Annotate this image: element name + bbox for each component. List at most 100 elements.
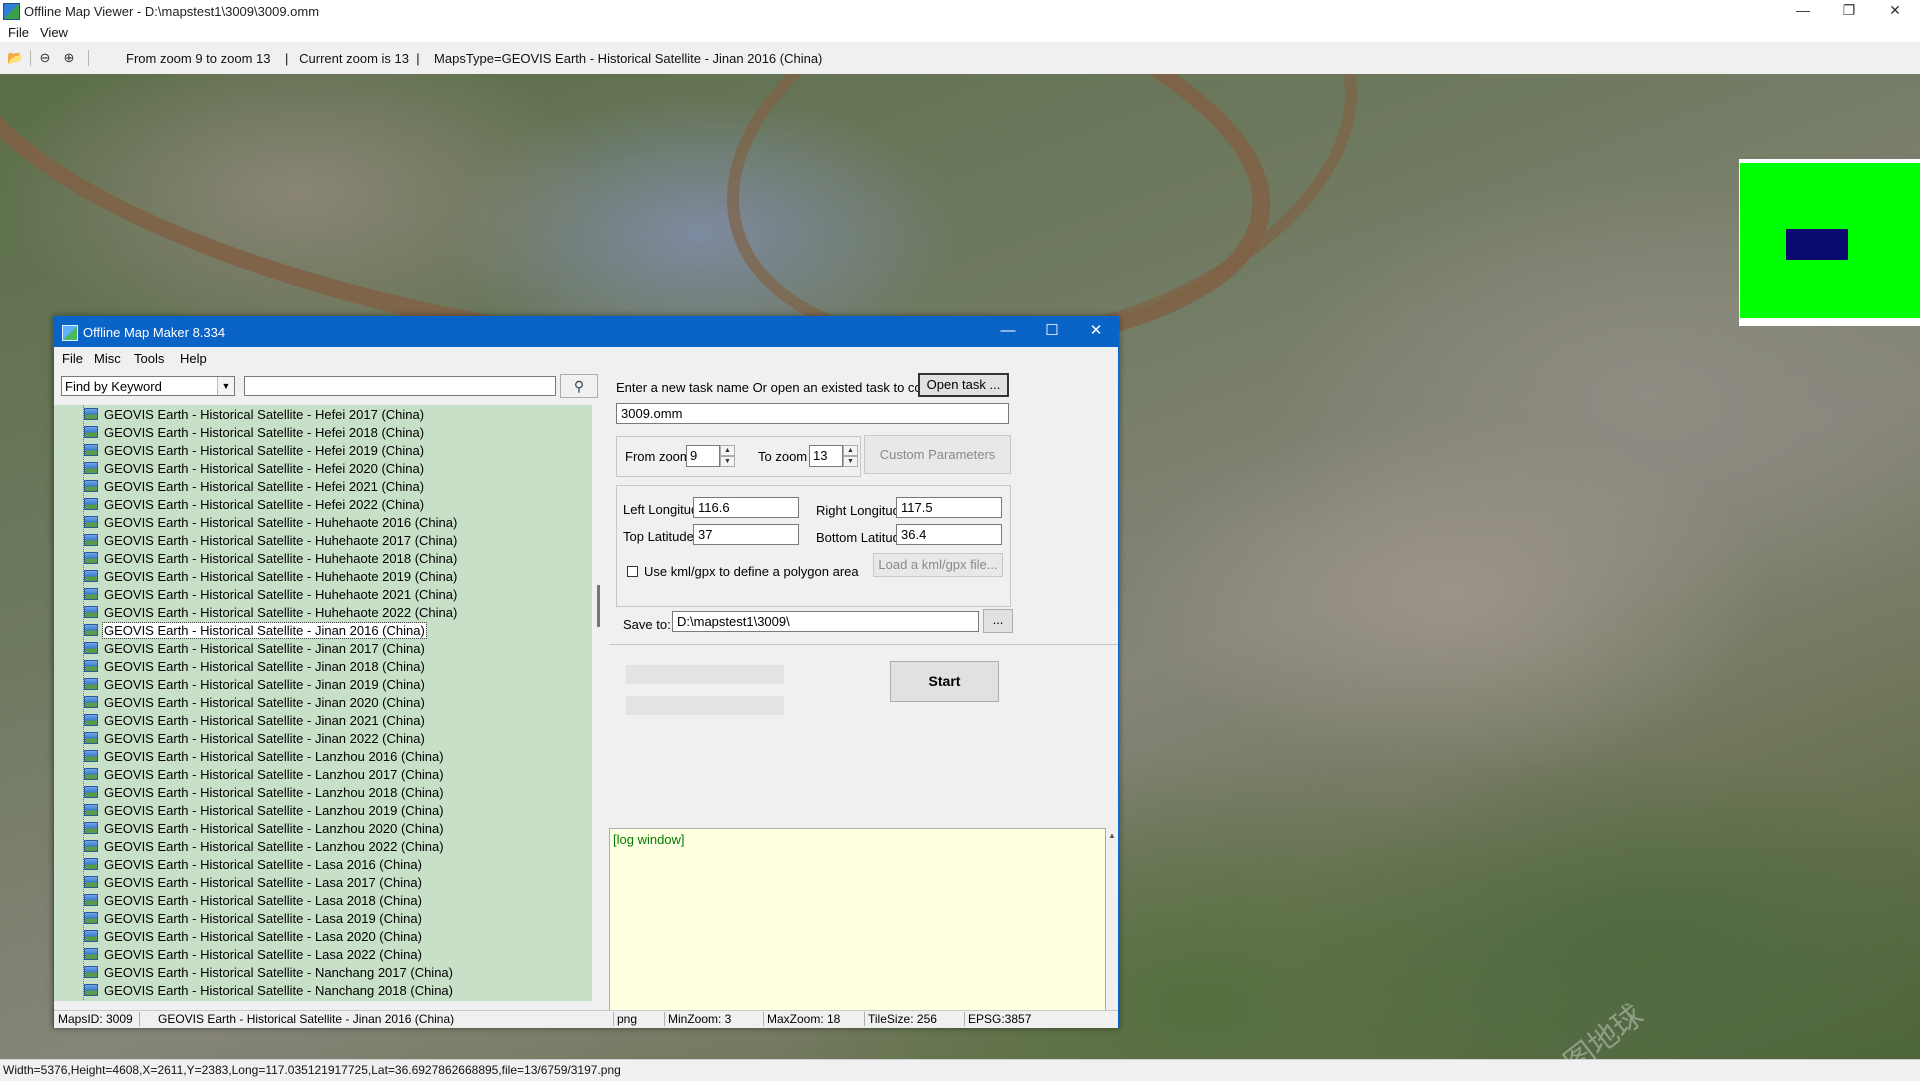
folder-open-icon[interactable]: 📂 xyxy=(7,50,23,66)
dialog-menu-help[interactable]: Help xyxy=(180,351,207,366)
map-type-label: GEOVIS Earth - Historical Satellite - Ji… xyxy=(104,659,425,674)
map-type-item[interactable]: GEOVIS Earth - Historical Satellite - Hu… xyxy=(84,551,458,568)
use-kml-checkbox[interactable] xyxy=(627,566,638,577)
dialog-menu-tools[interactable]: Tools xyxy=(134,351,164,366)
dialog-maximize-icon[interactable]: ☐ xyxy=(1030,317,1074,347)
map-type-item[interactable]: GEOVIS Earth - Historical Satellite - He… xyxy=(84,407,425,424)
spin-up-icon[interactable]: ▲ xyxy=(843,445,858,456)
open-task-button[interactable]: Open task ... xyxy=(918,373,1009,397)
dialog-statusbar: MapsID: 3009 GEOVIS Earth - Historical S… xyxy=(54,1010,1118,1028)
minimap-area xyxy=(1740,163,1920,318)
task-name-field[interactable]: 3009.omm xyxy=(616,403,1009,424)
map-type-item[interactable]: GEOVIS Earth - Historical Satellite - Hu… xyxy=(84,587,458,604)
dialog-menu-misc[interactable]: Misc xyxy=(94,351,121,366)
map-type-item[interactable]: GEOVIS Earth - Historical Satellite - He… xyxy=(84,443,425,460)
map-list-scrollbar[interactable] xyxy=(592,405,606,1001)
map-type-item[interactable]: GEOVIS Earth - Historical Satellite - Ji… xyxy=(84,641,426,658)
bottom-latitude-field[interactable]: 36.4 xyxy=(896,524,1002,545)
left-longitude-field[interactable]: 116.6 xyxy=(693,497,799,518)
map-type-item[interactable]: GEOVIS Earth - Historical Satellite - La… xyxy=(84,767,445,784)
log-window[interactable]: [log window] xyxy=(609,828,1106,1023)
scroll-up-icon[interactable]: ▲ xyxy=(1108,831,1116,840)
to-zoom-stepper[interactable]: 13 ▲ ▼ xyxy=(809,445,859,467)
map-tile-icon xyxy=(84,948,98,960)
status-divider xyxy=(613,1012,614,1026)
spin-down-icon[interactable]: ▼ xyxy=(720,456,735,467)
to-zoom-value[interactable]: 13 xyxy=(809,445,843,467)
map-type-item[interactable]: GEOVIS Earth - Historical Satellite - La… xyxy=(84,839,445,856)
map-type-label: GEOVIS Earth - Historical Satellite - Hu… xyxy=(104,533,458,548)
minimize-icon[interactable]: — xyxy=(1780,0,1826,22)
map-type-item[interactable]: GEOVIS Earth - Historical Satellite - La… xyxy=(84,875,423,892)
scrollbar-thumb[interactable] xyxy=(597,585,600,627)
task-settings-panel: Enter a new task name Or open an existed… xyxy=(609,369,1118,827)
minimap-viewport[interactable] xyxy=(1786,229,1848,260)
start-button[interactable]: Start xyxy=(890,661,999,702)
map-tile-icon xyxy=(84,858,98,870)
map-type-item[interactable]: GEOVIS Earth - Historical Satellite - La… xyxy=(84,803,445,820)
restore-icon[interactable]: ❐ xyxy=(1826,0,1872,22)
map-type-item[interactable]: GEOVIS Earth - Historical Satellite - Na… xyxy=(84,983,454,1000)
map-type-item[interactable]: GEOVIS Earth - Historical Satellite - He… xyxy=(84,425,425,442)
map-type-label: GEOVIS Earth - Historical Satellite - He… xyxy=(104,479,425,494)
spin-up-icon[interactable]: ▲ xyxy=(720,445,735,456)
map-type-item[interactable]: GEOVIS Earth - Historical Satellite - He… xyxy=(84,479,425,496)
spin-down-icon[interactable]: ▼ xyxy=(843,456,858,467)
log-scrollbar[interactable]: ▲ ▼ xyxy=(1106,828,1118,1023)
map-type-item[interactable]: GEOVIS Earth - Historical Satellite - Ji… xyxy=(84,731,426,748)
custom-parameters-button[interactable]: Custom Parameters xyxy=(864,435,1011,474)
map-type-item[interactable]: GEOVIS Earth - Historical Satellite - La… xyxy=(84,857,423,874)
chevron-down-icon[interactable]: ▼ xyxy=(217,377,234,395)
map-tile-icon xyxy=(84,462,98,474)
map-type-item[interactable]: GEOVIS Earth - Historical Satellite - Ji… xyxy=(84,677,426,694)
map-type-item[interactable]: GEOVIS Earth - Historical Satellite - La… xyxy=(84,929,423,946)
map-type-item[interactable]: GEOVIS Earth - Historical Satellite - Ji… xyxy=(84,695,426,712)
map-type-item[interactable]: GEOVIS Earth - Historical Satellite - He… xyxy=(84,497,425,514)
dialog-app-icon xyxy=(62,325,78,341)
map-tile-icon xyxy=(84,552,98,564)
dialog-close-icon[interactable]: ✕ xyxy=(1074,317,1118,347)
map-type-item[interactable]: GEOVIS Earth - Historical Satellite - La… xyxy=(84,947,423,964)
map-type-item[interactable]: GEOVIS Earth - Historical Satellite - Hu… xyxy=(84,515,458,532)
zoom-out-icon[interactable]: ⊖ xyxy=(37,50,53,66)
map-tile-icon xyxy=(84,894,98,906)
viewer-menu-file[interactable]: File xyxy=(8,25,29,40)
map-type-label: GEOVIS Earth - Historical Satellite - La… xyxy=(104,893,422,908)
map-type-item[interactable]: GEOVIS Earth - Historical Satellite - La… xyxy=(84,893,423,910)
map-type-item[interactable]: GEOVIS Earth - Historical Satellite - Ji… xyxy=(84,622,427,640)
map-type-item[interactable]: GEOVIS Earth - Historical Satellite - Na… xyxy=(84,965,454,982)
viewer-menu-view[interactable]: View xyxy=(40,25,68,40)
close-icon[interactable]: ✕ xyxy=(1872,0,1918,22)
browse-button[interactable]: ... xyxy=(983,609,1013,633)
map-type-list[interactable]: GEOVIS Earth - Historical Satellite - He… xyxy=(54,405,592,1001)
right-longitude-field[interactable]: 117.5 xyxy=(896,497,1002,518)
from-zoom-value[interactable]: 9 xyxy=(686,445,720,467)
map-type-item[interactable]: GEOVIS Earth - Historical Satellite - La… xyxy=(84,821,445,838)
minimap[interactable] xyxy=(1739,159,1920,326)
zoom-status-text: From zoom 9 to zoom 13 | Current zoom is… xyxy=(126,51,823,66)
map-type-item[interactable]: GEOVIS Earth - Historical Satellite - Ji… xyxy=(84,713,426,730)
search-icon: ⚲ xyxy=(573,378,585,394)
keyword-input[interactable] xyxy=(244,376,556,396)
find-mode-select[interactable]: Find by Keyword ▼ xyxy=(61,376,235,396)
zoom-in-icon[interactable]: ⊕ xyxy=(61,50,77,66)
dialog-titlebar[interactable]: Offline Map Maker 8.334 — ☐ ✕ xyxy=(54,317,1118,347)
use-kml-label: Use kml/gpx to define a polygon area xyxy=(644,564,859,579)
dialog-minimize-icon[interactable]: — xyxy=(986,317,1030,347)
viewer-app-icon xyxy=(3,3,20,20)
map-type-item[interactable]: GEOVIS Earth - Historical Satellite - Hu… xyxy=(84,605,458,622)
map-type-item[interactable]: GEOVIS Earth - Historical Satellite - La… xyxy=(84,785,445,802)
map-type-item[interactable]: GEOVIS Earth - Historical Satellite - Ji… xyxy=(84,659,426,676)
map-tile-icon xyxy=(84,804,98,816)
map-type-item[interactable]: GEOVIS Earth - Historical Satellite - Hu… xyxy=(84,569,458,586)
load-kml-button[interactable]: Load a kml/gpx file... xyxy=(873,553,1003,577)
map-type-item[interactable]: GEOVIS Earth - Historical Satellite - La… xyxy=(84,749,445,766)
map-type-item[interactable]: GEOVIS Earth - Historical Satellite - Hu… xyxy=(84,533,458,550)
from-zoom-stepper[interactable]: 9 ▲ ▼ xyxy=(686,445,736,467)
dialog-menu-file[interactable]: File xyxy=(62,351,83,366)
map-type-item[interactable]: GEOVIS Earth - Historical Satellite - He… xyxy=(84,461,425,478)
search-button[interactable]: ⚲ xyxy=(560,374,598,398)
save-path-field[interactable]: D:\mapstest1\3009\ xyxy=(672,611,979,632)
map-type-item[interactable]: GEOVIS Earth - Historical Satellite - La… xyxy=(84,911,423,928)
top-latitude-field[interactable]: 37 xyxy=(693,524,799,545)
